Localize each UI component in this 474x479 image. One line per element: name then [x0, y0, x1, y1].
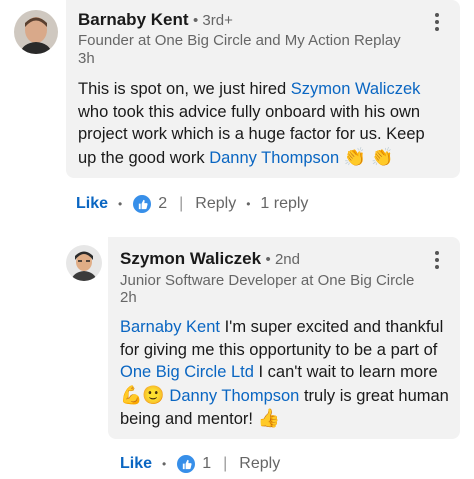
- reply-body: Barnaby Kent I'm super excited and thank…: [120, 318, 449, 428]
- author-avatar[interactable]: [14, 10, 58, 54]
- comment-time: 3h: [78, 50, 95, 67]
- reply-button[interactable]: Reply: [195, 195, 236, 213]
- mention-link[interactable]: Szymon Waliczek: [291, 80, 421, 98]
- divider: |: [179, 195, 184, 212]
- mention-link[interactable]: Barnaby Kent: [120, 318, 220, 336]
- author-name[interactable]: Barnaby Kent: [78, 10, 189, 29]
- reply-actions: Like • 1 | Reply: [120, 454, 280, 474]
- mention-link[interactable]: Danny Thompson: [169, 387, 299, 405]
- like-reaction-icon[interactable]: [176, 454, 197, 474]
- reply-author-name[interactable]: Szymon Waliczek: [120, 249, 261, 268]
- like-reaction-icon[interactable]: [132, 194, 153, 214]
- thumbs-up-emoji: 👍: [257, 408, 281, 428]
- reply-author-headline: Junior Software Developer at One Big Cir…: [120, 272, 415, 289]
- reply-time: 2h: [120, 289, 137, 306]
- reply-bubble: Szymon Waliczek • 2nd Junior Software De…: [108, 237, 460, 439]
- like-button[interactable]: Like: [120, 455, 152, 473]
- reaction-count[interactable]: 2: [158, 195, 167, 213]
- more-options-icon[interactable]: [432, 251, 442, 272]
- author-headline: Founder at One Big Circle and My Action …: [78, 32, 401, 49]
- reply-author-avatar[interactable]: [66, 245, 102, 281]
- connection-degree: • 3rd+: [192, 12, 233, 29]
- reply-button[interactable]: Reply: [239, 455, 280, 473]
- divider: |: [223, 455, 228, 472]
- comment-actions: Like • 2 | Reply • 1 reply: [76, 194, 308, 214]
- more-options-icon[interactable]: [432, 13, 442, 34]
- comment-bubble: Barnaby Kent • 3rd+ Founder at One Big C…: [66, 0, 460, 178]
- mention-link[interactable]: Danny Thompson: [209, 149, 339, 167]
- reaction-count[interactable]: 1: [202, 455, 211, 473]
- reply-count[interactable]: 1 reply: [260, 195, 308, 213]
- connection-degree: • 2nd: [265, 251, 300, 268]
- flexed-biceps-smile-emoji: 💪🙂: [120, 384, 165, 405]
- mention-link[interactable]: One Big Circle Ltd: [120, 363, 254, 381]
- separator-dot: •: [162, 457, 167, 471]
- like-button[interactable]: Like: [76, 195, 108, 213]
- clapping-emoji: 👏 👏: [343, 146, 394, 167]
- separator-dot: •: [246, 197, 251, 211]
- separator-dot: •: [118, 197, 123, 211]
- comment-body: This is spot on, we just hired Szymon Wa…: [78, 80, 425, 167]
